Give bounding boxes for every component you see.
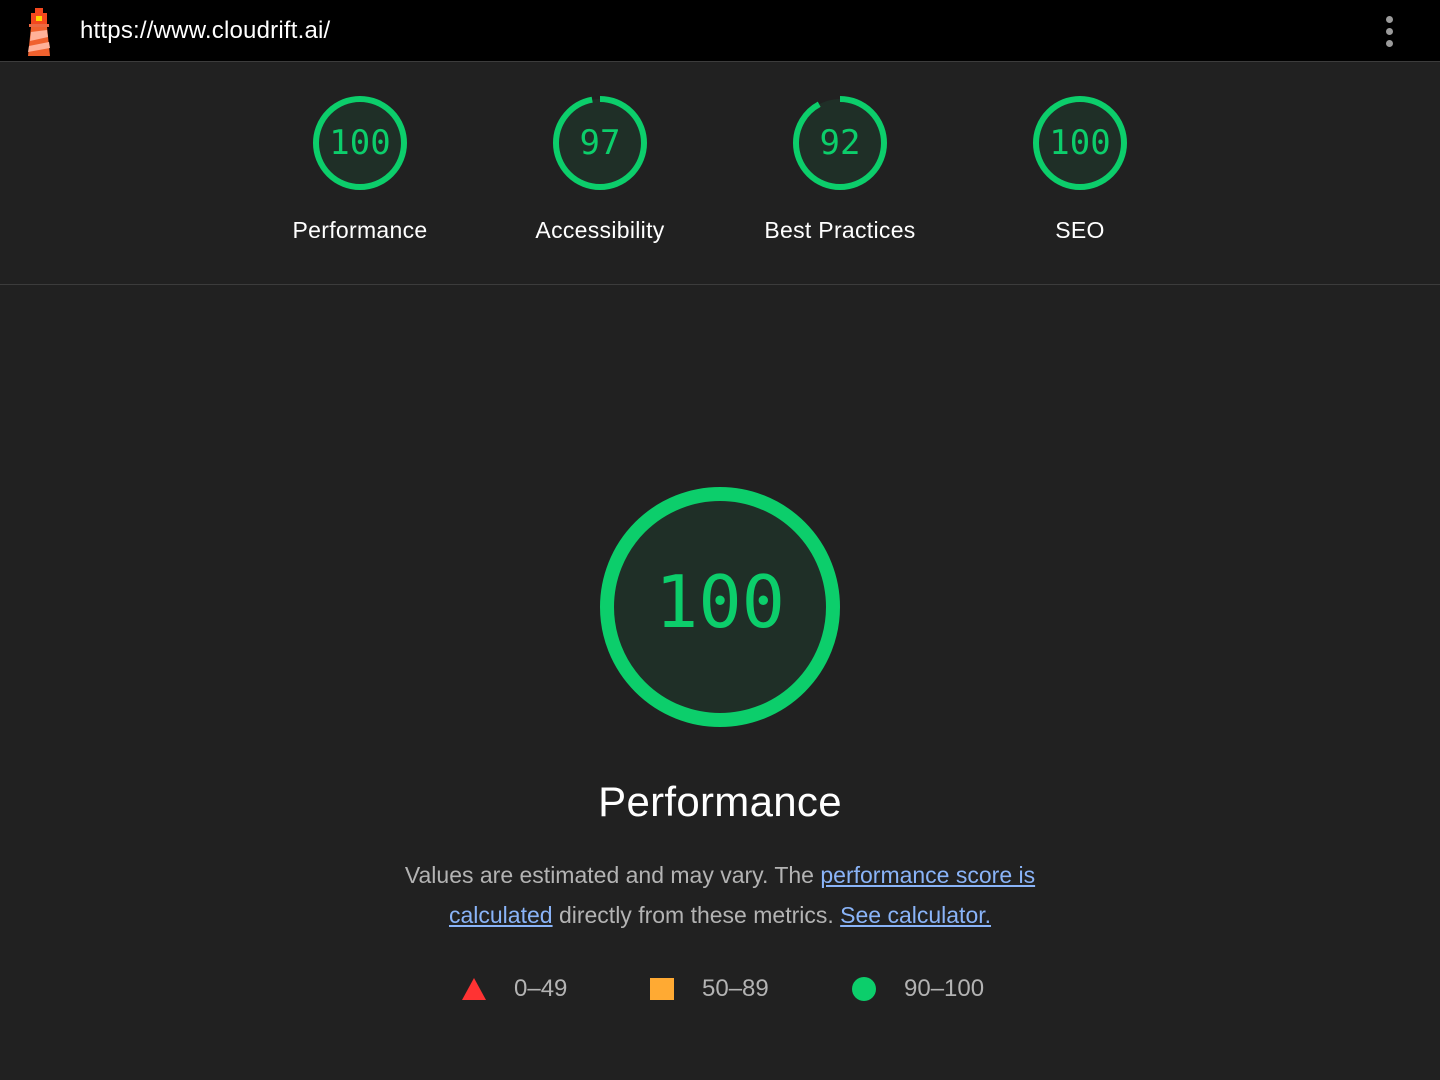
- gauge-ring: 100: [1033, 96, 1127, 190]
- description-middle: directly from these metrics.: [552, 902, 841, 928]
- gauge-score: 92: [820, 123, 861, 163]
- gauge-label: SEO: [1055, 217, 1105, 243]
- more-vert-icon[interactable]: [1378, 14, 1402, 48]
- gauge-score: 97: [580, 123, 621, 163]
- gauge-best-practices[interactable]: 92 Best Practices: [740, 93, 940, 253]
- gauge-label: Best Practices: [764, 217, 916, 243]
- legend-range: 50–89: [702, 975, 769, 1002]
- square-icon: [650, 978, 674, 1000]
- section-title: Performance: [598, 778, 842, 825]
- gauge-seo[interactable]: 100 SEO: [980, 93, 1180, 253]
- description: Values are estimated and may vary. The p…: [360, 855, 1080, 935]
- gauge-label: Performance: [292, 217, 428, 243]
- legend-range: 90–100: [904, 975, 985, 1002]
- page-url: https://www.cloudrift.ai/: [80, 17, 331, 44]
- main-gauge: 100: [600, 487, 840, 727]
- triangle-icon: [462, 978, 486, 1000]
- legend-range: 0–49: [514, 975, 568, 1002]
- gauge-score: 100: [1049, 123, 1110, 163]
- gauge-ring: 92: [793, 96, 887, 190]
- score-legend: 0–49 50–89 90–100: [0, 972, 1440, 1006]
- lighthouse-icon: [28, 8, 50, 56]
- gauge-ring: 100: [313, 96, 407, 190]
- gauge-ring: 97: [553, 96, 647, 190]
- circle-icon: [852, 977, 876, 1001]
- legend-item-average: 50–89: [650, 972, 769, 1006]
- gauge-label: Accessibility: [535, 217, 665, 243]
- main-gauge-score: 100: [655, 560, 785, 644]
- gauge-performance[interactable]: 100 Performance: [260, 93, 460, 253]
- top-bar: https://www.cloudrift.ai/: [0, 0, 1440, 62]
- legend-item-fail: 0–49: [462, 972, 567, 1006]
- description-prefix: Values are estimated and may vary. The: [404, 862, 821, 888]
- legend-item-pass: 90–100: [852, 972, 984, 1006]
- gauge-score: 100: [329, 123, 390, 163]
- see-calculator-link[interactable]: See calculator.: [840, 902, 991, 928]
- category-scores: 100 Performance 97 Accessibility 92 Best…: [0, 63, 1440, 285]
- gauge-accessibility[interactable]: 97 Accessibility: [500, 93, 700, 253]
